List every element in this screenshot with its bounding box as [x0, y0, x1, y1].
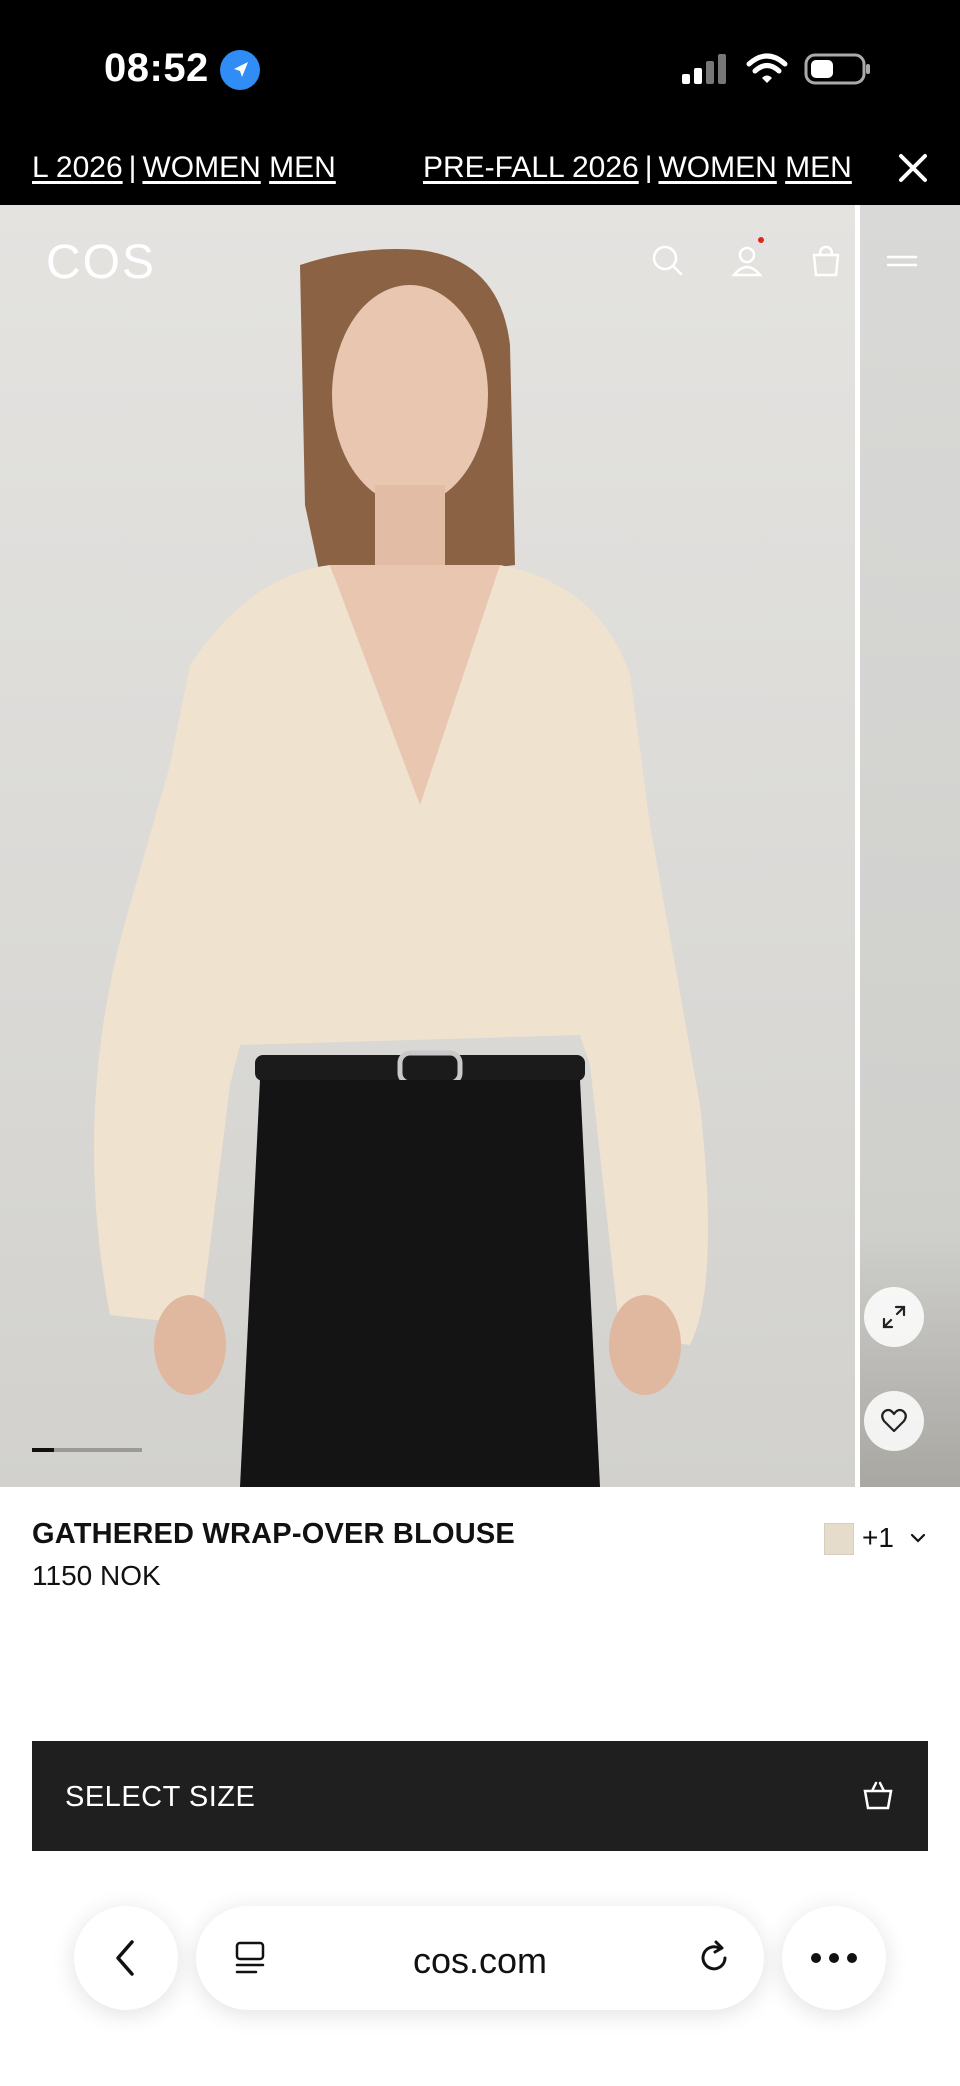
status-time: 08:52 — [104, 46, 209, 90]
close-icon[interactable] — [896, 151, 930, 185]
women-link[interactable]: WOMEN — [142, 151, 260, 184]
account-icon[interactable] — [729, 243, 765, 279]
browser-more-button[interactable] — [782, 1906, 886, 2010]
battery-icon — [804, 53, 870, 85]
browser-back-button[interactable] — [74, 1906, 178, 2010]
status-bar: 08:52 — [0, 0, 960, 135]
wifi-icon — [746, 53, 788, 83]
carousel-progress — [32, 1448, 142, 1452]
product-gallery[interactable]: COS — [0, 205, 960, 1487]
product-image[interactable] — [0, 205, 855, 1487]
expand-button[interactable] — [864, 1287, 924, 1347]
menu-icon[interactable] — [884, 243, 920, 279]
select-size-button[interactable]: SELECT SIZE — [32, 1741, 928, 1851]
colour-swatch[interactable] — [824, 1523, 854, 1555]
announcement-text-right: PRE-FALL 2026 | WOMEN MEN — [423, 151, 852, 184]
wishlist-button[interactable] — [864, 1391, 924, 1451]
model-illustration — [94, 249, 708, 1487]
season-link[interactable]: PRE-FALL 2026 — [423, 151, 639, 184]
men-link[interactable]: MEN — [785, 151, 852, 184]
url-text: cos.com — [412, 1940, 548, 1981]
chevron-down-icon[interactable] — [908, 1528, 928, 1548]
product-price: 1150 NOK — [32, 1560, 161, 1591]
address-bar[interactable]: cos.com — [196, 1906, 764, 2010]
bag-icon[interactable] — [808, 243, 844, 279]
signal-icon — [682, 54, 726, 84]
expand-icon — [882, 1305, 906, 1329]
announcement-bar: L 2026 | WOMEN MEN PRE-FALL 2026 | WOMEN MEN — [0, 135, 960, 205]
cos-logo[interactable]: COS — [46, 235, 156, 290]
season-link[interactable]: L 2026 — [32, 151, 123, 184]
select-size-label: SELECT SIZE — [65, 1781, 256, 1813]
chevron-left-icon — [116, 1940, 134, 1976]
extra-colours-count[interactable]: +1 — [862, 1522, 894, 1554]
men-link[interactable]: MEN — [269, 151, 336, 184]
location-icon — [220, 50, 260, 90]
women-link[interactable]: WOMEN — [658, 151, 776, 184]
reload-icon[interactable] — [694, 1938, 734, 1978]
product-title: GATHERED WRAP-OVER BLOUSE — [32, 1518, 515, 1550]
announcement-text-left: L 2026 | WOMEN MEN — [32, 151, 336, 184]
notification-dot — [758, 237, 764, 243]
carousel-progress-fill — [32, 1448, 54, 1452]
more-icon — [811, 1953, 857, 1963]
heart-icon — [881, 1408, 907, 1433]
search-icon[interactable] — [650, 243, 686, 279]
bag-icon — [863, 1781, 893, 1810]
